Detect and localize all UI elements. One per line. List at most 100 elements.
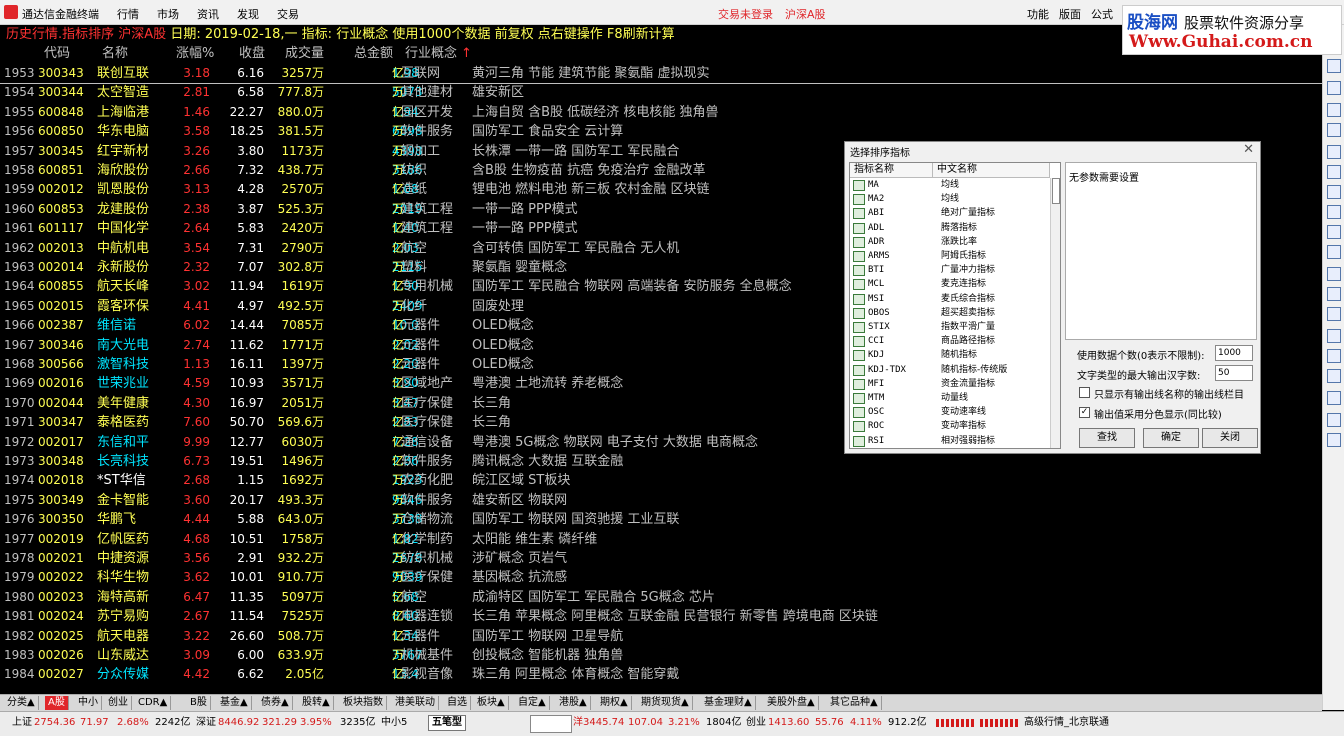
market-tab[interactable]: A股 (45, 696, 69, 710)
toolbar-tool-icon[interactable] (1327, 287, 1341, 301)
indicator-item[interactable]: KDJ-TDX 随机指标-传统版 (850, 363, 1050, 377)
toolbar-tool-icon[interactable] (1327, 391, 1341, 405)
table-row[interactable]: 1953 300343 联创互联 3.18 6.16 3257万 1.98 亿互联网 黄河三角 … (0, 64, 1322, 84)
toolbar-tool-icon[interactable] (1327, 349, 1341, 363)
col-volume[interactable]: 成交量 (285, 44, 324, 63)
col-pct[interactable]: 涨幅% (176, 44, 214, 63)
sz-label[interactable]: 深证 (196, 712, 216, 734)
toolbar-tool-icon[interactable] (1327, 59, 1341, 73)
market-tab[interactable]: 港股▲ (556, 696, 591, 710)
table-row[interactable]: 1981 002024 苏宁易购 2.67 11.54 7525万 8.60 亿电器连锁 长三角… (0, 607, 1322, 626)
ok-button[interactable]: 确定 (1143, 428, 1199, 448)
market-tab[interactable]: CDR▲ (135, 696, 172, 710)
toolbar-tool-icon[interactable] (1327, 103, 1341, 117)
market-tab[interactable]: 中小 (75, 696, 102, 710)
toolbar-tool-icon[interactable] (1327, 433, 1341, 447)
table-row[interactable]: 1983 002026 山东威达 3.09 6.00 633.9万 3767 万机械基件 创投概… (0, 646, 1322, 665)
table-row[interactable]: 1980 002023 海特高新 6.47 11.35 5097万 5.68 亿航空 成渝特区 … (0, 588, 1322, 607)
indicator-item[interactable]: ARMS 阿姆氏指标 (850, 249, 1050, 263)
market-tab[interactable]: 期权▲ (597, 696, 632, 710)
market-tab[interactable]: 板块▲ (474, 696, 509, 710)
indicator-item[interactable]: ROC 变动率指标 (850, 419, 1050, 433)
market-selector[interactable]: 沪深A股 (785, 6, 826, 22)
indicator-item[interactable]: MA 均线 (850, 178, 1050, 192)
max-chars-input[interactable]: 50 (1215, 365, 1253, 381)
table-row[interactable]: 1955 600848 上海临港 1.46 22.27 880.0万 1.94 亿园区开发 上海… (0, 103, 1322, 122)
cy-label[interactable]: 创业 (746, 712, 766, 734)
scroll-thumb[interactable] (1052, 178, 1060, 204)
indicator-item[interactable]: ADL 腾落指标 (850, 221, 1050, 235)
list-col-cn[interactable]: 中文名称 (933, 163, 1050, 178)
data-count-input[interactable]: 1000 (1215, 345, 1253, 361)
list-scrollbar[interactable] (1050, 178, 1060, 448)
menu-layout[interactable]: 版面 (1059, 6, 1081, 22)
market-tab[interactable]: 创业 (105, 696, 132, 710)
market-tab[interactable]: 板块指数 (340, 696, 387, 710)
input-method[interactable]: 五笔型 (428, 715, 466, 731)
toolbar-tool-icon[interactable] (1327, 307, 1341, 321)
toolbar-tool-icon[interactable] (1327, 123, 1341, 137)
market-tab[interactable]: 债券▲ (258, 696, 293, 710)
only-show-checkbox[interactable] (1079, 387, 1090, 398)
col-amount[interactable]: 总金额 (354, 44, 393, 63)
market-tab[interactable]: 其它品种▲ (827, 696, 882, 710)
login-status[interactable]: 交易未登录 (718, 6, 773, 22)
toolbar-tool-icon[interactable] (1327, 413, 1341, 427)
dialog-close-icon[interactable]: ✕ (1243, 142, 1254, 157)
market-tab[interactable]: 股转▲ (299, 696, 334, 710)
indicator-item[interactable]: STIX 指数平滑广量 (850, 320, 1050, 334)
table-row[interactable]: 1954 300344 太空智造 2.81 6.58 777.8万 5073 万其他建材 雄安新… (0, 83, 1322, 102)
market-tab[interactable]: 自定▲ (515, 696, 550, 710)
table-row[interactable]: 1975 300349 金卡智能 3.60 20.17 493.3万 9846 万软件服务 雄安… (0, 491, 1322, 510)
indicator-item[interactable]: OBOS 超买超卖指标 (850, 306, 1050, 320)
menu-trade[interactable]: 交易 (277, 6, 299, 22)
market-tab[interactable]: B股 (187, 696, 211, 710)
toolbar-tool-icon[interactable] (1327, 369, 1341, 383)
market-tab[interactable]: 自选 (444, 696, 471, 710)
toolbar-tool-icon[interactable] (1327, 185, 1341, 199)
toolbar-tool-icon[interactable] (1327, 145, 1341, 159)
market-tab[interactable]: 基金▲ (217, 696, 252, 710)
find-button[interactable]: 查找 (1079, 428, 1135, 448)
table-row[interactable]: 1982 002025 航天电器 3.22 26.60 508.7万 1.34 亿元器件 国防军… (0, 627, 1322, 646)
col-close[interactable]: 收盘 (239, 44, 265, 63)
toolbar-tool-icon[interactable] (1327, 225, 1341, 239)
col-name[interactable]: 名称 (102, 44, 128, 63)
sh-label[interactable]: 上证 (12, 712, 32, 734)
menu-market[interactable]: 市场 (157, 6, 179, 22)
indicator-item[interactable]: ADR 涨跌比率 (850, 235, 1050, 249)
close-button[interactable]: 关闭 (1202, 428, 1258, 448)
market-tab[interactable]: 基金理财▲ (701, 696, 756, 710)
indicator-item[interactable]: CCI 商品路径指标 (850, 334, 1050, 348)
indicator-item[interactable]: ABI 绝对广量指标 (850, 206, 1050, 220)
market-tab[interactable]: 港美联动 (392, 696, 439, 710)
market-tab[interactable]: 期货现货▲ (638, 696, 693, 710)
table-row[interactable]: 1956 600850 华东电脑 3.58 18.25 381.5万 6898 万软件服务 国防… (0, 122, 1322, 141)
toolbar-tool-icon[interactable] (1327, 329, 1341, 343)
menu-discover[interactable]: 发现 (237, 6, 259, 22)
table-row[interactable]: 1978 002021 中捷资源 3.56 2.91 932.2万 2678 万纺织机械 涉矿概… (0, 549, 1322, 568)
toolbar-tool-icon[interactable] (1327, 81, 1341, 95)
color-display-checkbox[interactable]: ✓ (1079, 407, 1090, 418)
table-row[interactable]: 1979 002022 科华生物 3.62 10.01 910.7万 9039 万医疗保健 基因… (0, 568, 1322, 587)
table-row[interactable]: 1977 002019 亿帆医药 4.68 10.51 1758万 1.82 亿化学制药 太阳能… (0, 530, 1322, 549)
indicator-item[interactable]: BTI 广量冲力指标 (850, 263, 1050, 277)
col-industry[interactable]: 行业概念 (405, 44, 457, 63)
toolbar-tool-icon[interactable] (1327, 205, 1341, 219)
table-row[interactable]: 1974 002018 *ST华信 2.68 1.15 1692万 1923 万农药化肥 皖江区… (0, 471, 1322, 490)
toolbar-tool-icon[interactable] (1327, 245, 1341, 259)
connection-status[interactable]: 高级行情_北京联通 (1024, 712, 1109, 734)
indicator-item[interactable]: RSI 相对强弱指标 (850, 434, 1050, 448)
table-row[interactable]: 1984 002027 分众传媒 4.42 6.62 2.05亿 13.4 亿影视音像 珠三角 … (0, 665, 1322, 684)
market-tab[interactable]: 美股外盘▲ (764, 696, 819, 710)
menu-quotes[interactable]: 行情 (117, 6, 139, 22)
menu-function[interactable]: 功能 (1027, 6, 1049, 22)
indicator-item[interactable]: OSC 变动速率线 (850, 405, 1050, 419)
toolbar-tool-icon[interactable] (1327, 165, 1341, 179)
indicator-item[interactable]: MTM 动量线 (850, 391, 1050, 405)
indicator-item[interactable]: MA2 均线 (850, 192, 1050, 206)
table-row[interactable]: 1973 300348 长亮科技 6.73 19.51 1496万 2.86 亿软件服务 腾讯概… (0, 452, 1322, 471)
zx-label[interactable]: 中小5 (381, 712, 407, 734)
menu-formula[interactable]: 公式 (1091, 6, 1113, 22)
list-col-name[interactable]: 指标名称 (850, 163, 933, 178)
